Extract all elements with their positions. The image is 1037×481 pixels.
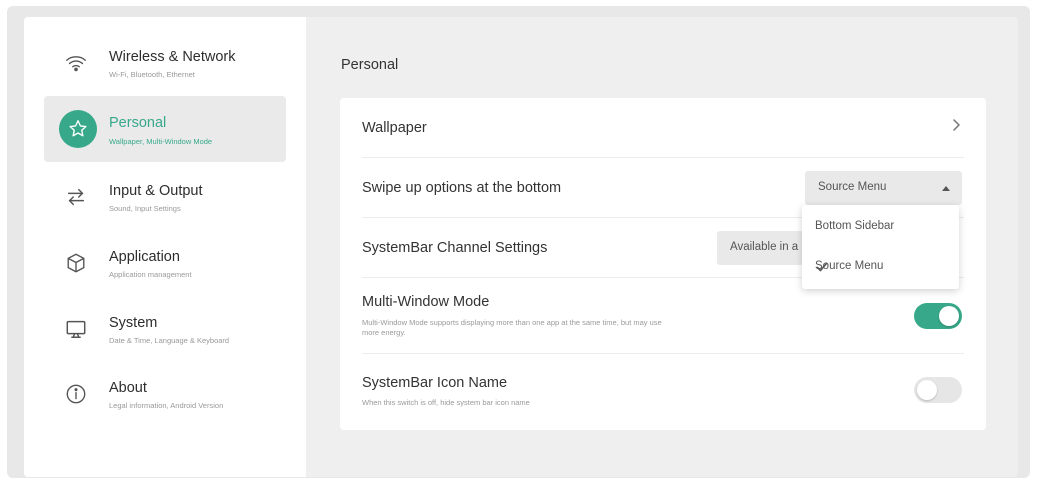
sidebar-item-subtitle: Wi-Fi, Bluetooth, Ethernet <box>109 70 195 79</box>
sidebar-item-wireless-network[interactable]: Wireless & Network Wi-Fi, Bluetooth, Eth… <box>44 29 286 95</box>
swipe-options-dropdown: Bottom Sidebar Source Menu <box>802 205 959 289</box>
select-value: Source Menu <box>818 181 887 193</box>
swipe-options-label: Swipe up options at the bottom <box>362 180 562 196</box>
wifi-icon <box>60 47 92 79</box>
monitor-icon <box>60 313 92 345</box>
toggle-knob <box>917 380 937 400</box>
page-title: Personal <box>341 57 399 73</box>
settings-window: Wireless & Network Wi-Fi, Bluetooth, Eth… <box>24 17 1018 477</box>
systembar-icon-name-row: SystemBar Icon Name When this switch is … <box>362 354 964 420</box>
systembar-icon-name-label: SystemBar Icon Name <box>362 375 508 391</box>
sidebar-item-title: About <box>109 380 147 396</box>
option-label: Bottom Sidebar <box>815 220 895 232</box>
systembar-icon-name-description: When this switch is off, hide system bar… <box>362 398 530 407</box>
sidebar-item-about[interactable]: About Legal information, Android Version <box>44 360 286 426</box>
sidebar-item-subtitle: Wallpaper, Multi-Window Mode <box>109 137 213 146</box>
sidebar: Wireless & Network Wi-Fi, Bluetooth, Eth… <box>24 17 306 477</box>
dropdown-option-source-menu[interactable]: Source Menu <box>802 247 959 287</box>
cube-icon <box>60 247 92 279</box>
sidebar-item-title: Application <box>109 249 180 265</box>
sidebar-item-personal[interactable]: Personal Wallpaper, Multi-Window Mode <box>44 96 286 162</box>
checkmark-icon <box>815 260 829 274</box>
toggle-knob <box>939 306 959 326</box>
multi-window-toggle[interactable] <box>914 303 962 329</box>
sidebar-item-subtitle: Application management <box>109 270 192 279</box>
sidebar-item-system[interactable]: System Date & Time, Language & Keyboard <box>44 295 286 361</box>
sidebar-item-application[interactable]: Application Application management <box>44 229 286 295</box>
info-icon <box>60 378 92 410</box>
sidebar-item-title: Personal <box>109 115 167 131</box>
swipe-options-select[interactable]: Source Menu <box>805 171 962 205</box>
sidebar-item-title: System <box>109 315 158 331</box>
wallpaper-row[interactable]: Wallpaper <box>362 98 964 158</box>
sidebar-item-subtitle: Sound, Input Settings <box>109 204 181 213</box>
swap-arrows-icon <box>60 181 92 213</box>
multi-window-description: Multi-Window Mode supports displaying mo… <box>362 318 662 337</box>
chevron-right-icon[interactable] <box>948 117 964 133</box>
systembar-channel-label: SystemBar Channel Settings <box>362 240 548 256</box>
multi-window-label: Multi-Window Mode <box>362 294 490 310</box>
systembar-icon-name-toggle[interactable] <box>914 377 962 403</box>
multi-window-row: Multi-Window Mode Multi-Window Mode supp… <box>362 278 964 354</box>
sidebar-item-title: Input & Output <box>109 183 203 199</box>
sidebar-item-subtitle: Date & Time, Language & Keyboard <box>109 336 230 345</box>
sidebar-item-title: Wireless & Network <box>109 49 236 65</box>
wallpaper-label: Wallpaper <box>362 120 427 136</box>
sidebar-item-input-output[interactable]: Input & Output Sound, Input Settings <box>44 163 286 229</box>
select-value: Available in a <box>730 241 799 253</box>
caret-up-icon <box>942 186 950 191</box>
sidebar-item-subtitle: Legal information, Android Version <box>109 401 224 410</box>
dropdown-option-bottom-sidebar[interactable]: Bottom Sidebar <box>802 207 959 247</box>
star-icon <box>59 110 97 148</box>
